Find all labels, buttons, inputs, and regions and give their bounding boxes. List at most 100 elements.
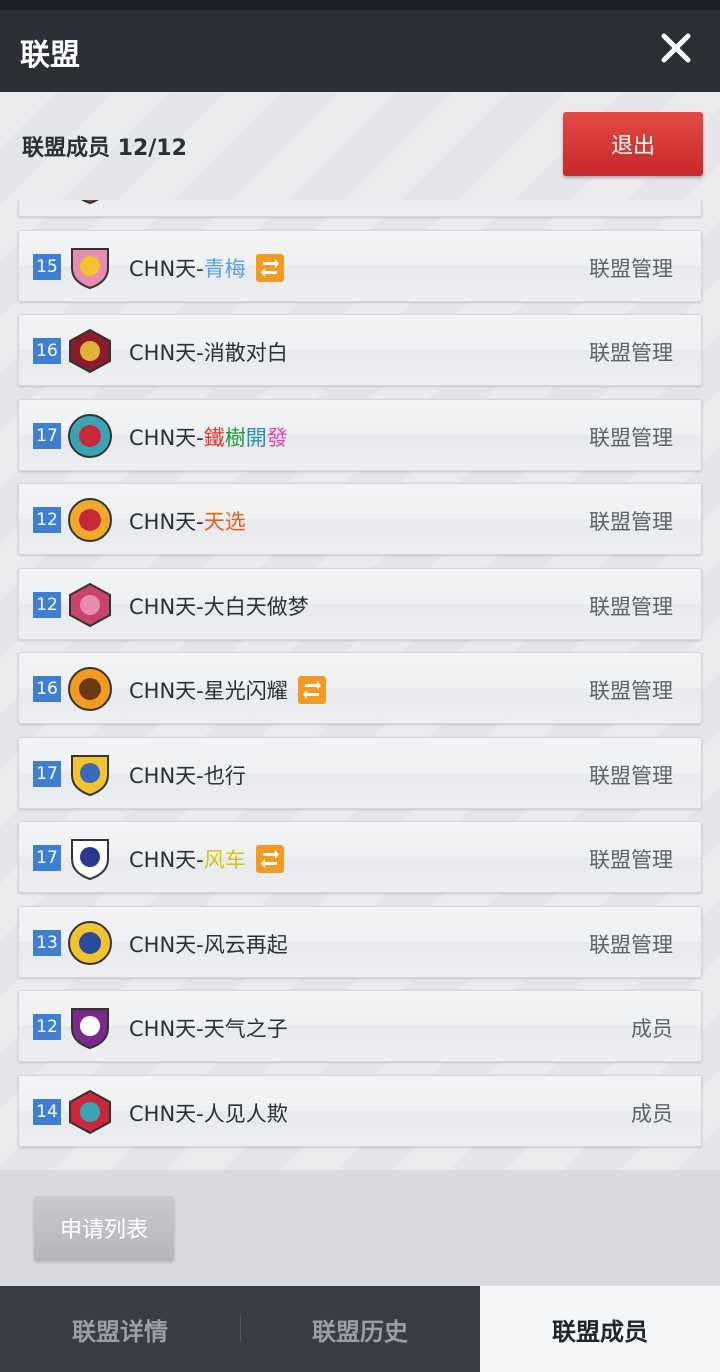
member-name-prefix: CHN天- (129, 679, 204, 703)
title-bar: 联盟 (0, 10, 720, 92)
member-name-prefix: CHN天- (129, 1017, 204, 1041)
transfer-icon[interactable] (255, 845, 284, 873)
member-row[interactable]: 12 CHN天-大白天做梦 联盟管理 (18, 567, 702, 640)
member-row[interactable]: 15 CHN天-青梅 联盟管理 (18, 229, 702, 302)
member-name-suffix: 星光闪耀 (203, 679, 288, 703)
close-icon (661, 33, 691, 63)
member-name-prefix: CHN天- (129, 341, 204, 365)
exit-button[interactable]: 退出 (563, 112, 703, 176)
member-name-prefix: CHN天- (129, 1101, 204, 1126)
member-level-badge: 12 (33, 591, 61, 618)
member-role: 联盟管理 (589, 763, 673, 788)
member-name: CHN天-人见人欺 (129, 1098, 288, 1128)
tab-alliance-history[interactable]: 联盟历史 (240, 1286, 480, 1372)
member-row[interactable]: 17 CHN天-风车 联盟管理 (18, 821, 702, 893)
member-name-suffix: 大白天做梦 (203, 594, 309, 619)
member-name-char: 發 (266, 425, 288, 450)
member-level-badge: 17 (33, 845, 61, 871)
member-level-badge: 12 (33, 1014, 61, 1040)
member-level-badge: 13 (33, 929, 61, 956)
footer-bar: 申请列表 (0, 1170, 720, 1286)
member-name-suffix: 风云再起 (203, 932, 288, 957)
member-level-badge: 14 (33, 1098, 61, 1125)
close-button[interactable] (656, 28, 696, 68)
member-level-badge: 17 (33, 760, 61, 787)
member-name-suffix: 天选 (203, 510, 246, 534)
member-name: CHN天-星光闪耀 (129, 675, 326, 706)
status-strip (0, 0, 720, 10)
member-name: CHN天-大白天做梦 (129, 591, 309, 621)
purple-spartan-shield-icon (67, 1004, 113, 1050)
member-row[interactable]: 12 CHN天-天气之子 成员 (18, 990, 702, 1062)
apply-list-button[interactable]: 申请列表 (34, 1196, 174, 1260)
orange-owl-badge-icon (67, 666, 113, 712)
teal-helmet-badge-icon (67, 413, 113, 459)
transfer-icon[interactable] (255, 253, 284, 282)
transfer-icon[interactable] (297, 676, 326, 704)
member-row[interactable]: 13 CHN天-风云再起 联盟管理 (18, 905, 702, 978)
member-role: 联盟管理 (589, 341, 673, 365)
members-header: 联盟成员 12/12 退出 (0, 92, 720, 200)
member-row[interactable]: 17 CHN天-鐵樹開發 联盟管理 (18, 398, 702, 471)
member-list[interactable]: 16CHN天-孟天尊盟主15CHN天-青梅联盟管理16CHN天-消散对白联盟管理… (0, 200, 720, 1166)
member-role: 联盟管理 (589, 848, 673, 872)
member-name: CHN天-风车 (129, 844, 284, 875)
member-name-prefix: CHN天- (129, 594, 204, 619)
pink-spider-boar-icon (67, 582, 113, 628)
member-role: 联盟管理 (589, 932, 673, 957)
member-level-badge: 12 (33, 507, 61, 533)
page-title: 联盟 (20, 38, 80, 73)
orange-boar-badge-icon (67, 497, 113, 543)
member-name-char: 開 (245, 425, 267, 450)
member-name: CHN天-鐵樹開發 (129, 422, 288, 452)
member-count-label: 联盟成员 12/12 (22, 136, 187, 161)
member-name-prefix: CHN天- (129, 848, 204, 872)
member-role: 成员 (631, 1101, 673, 1126)
white-wolf-shield-icon (67, 835, 113, 881)
member-name-char: 樹 (224, 425, 246, 450)
member-level-badge: 15 (33, 253, 61, 280)
member-name: CHN天-天气之子 (129, 1013, 288, 1043)
member-row[interactable]: 16 CHN天-星光闪耀 联盟管理 (18, 652, 702, 724)
member-row[interactable]: 17 CHN天-也行 联盟管理 (18, 736, 702, 809)
member-role: 联盟管理 (589, 256, 673, 281)
gold-spartan-shield-icon (67, 751, 113, 797)
tab-alliance-details[interactable]: 联盟详情 (0, 1286, 240, 1372)
member-name-prefix: CHN天- (129, 256, 204, 281)
member-name: CHN天-消散对白 (129, 337, 288, 367)
member-name-suffix: 也行 (203, 763, 246, 788)
members-panel: 联盟成员 12/12 退出 16CHN天-孟天尊盟主15CHN天-青梅联盟管理1… (0, 92, 720, 1170)
red-hex-shield-icon (67, 1089, 113, 1135)
member-name-suffix: 人见人欺 (203, 1101, 288, 1126)
member-level-badge: 16 (33, 338, 61, 364)
member-role: 联盟管理 (589, 510, 673, 534)
member-level-badge: 17 (33, 422, 61, 449)
member-name-prefix: CHN天- (129, 425, 204, 450)
member-row[interactable]: 16 CHN天-消散对白 联盟管理 (18, 314, 702, 386)
member-role: 联盟管理 (589, 594, 673, 619)
member-name: CHN天-青梅 (129, 253, 284, 284)
member-name-prefix: CHN天- (129, 932, 204, 957)
member-level-badge: 16 (33, 676, 61, 702)
pink-boar-shield-icon (67, 244, 113, 290)
member-name-suffix: 风车 (203, 848, 246, 872)
member-name: CHN天-也行 (129, 760, 246, 790)
member-name-char: 鐵 (203, 425, 225, 450)
member-role: 联盟管理 (589, 679, 673, 703)
member-row[interactable]: 16CHN天-孟天尊盟主 (18, 200, 702, 217)
member-name-suffix: 鐵樹開發 (204, 426, 288, 450)
member-name: CHN天-天选 (129, 506, 246, 536)
gold-dragon-shield-icon (67, 328, 113, 374)
bottom-tabs: 联盟详情 联盟历史 联盟成员 (0, 1286, 720, 1372)
tab-alliance-members[interactable]: 联盟成员 (480, 1286, 720, 1372)
member-row[interactable]: 14 CHN天-人见人欺 成员 (18, 1074, 702, 1147)
blue-bull-badge-icon (67, 920, 113, 966)
member-row[interactable]: 12 CHN天-天选 联盟管理 (18, 483, 702, 555)
red-knight-shield-icon (67, 200, 113, 205)
member-name-prefix: CHN天- (129, 763, 204, 788)
member-name-prefix: CHN天- (129, 510, 204, 534)
member-role: 成员 (631, 1017, 673, 1041)
member-name-suffix: 消散对白 (203, 341, 288, 365)
member-name: CHN天-风云再起 (129, 929, 288, 959)
member-role: 联盟管理 (589, 425, 673, 450)
